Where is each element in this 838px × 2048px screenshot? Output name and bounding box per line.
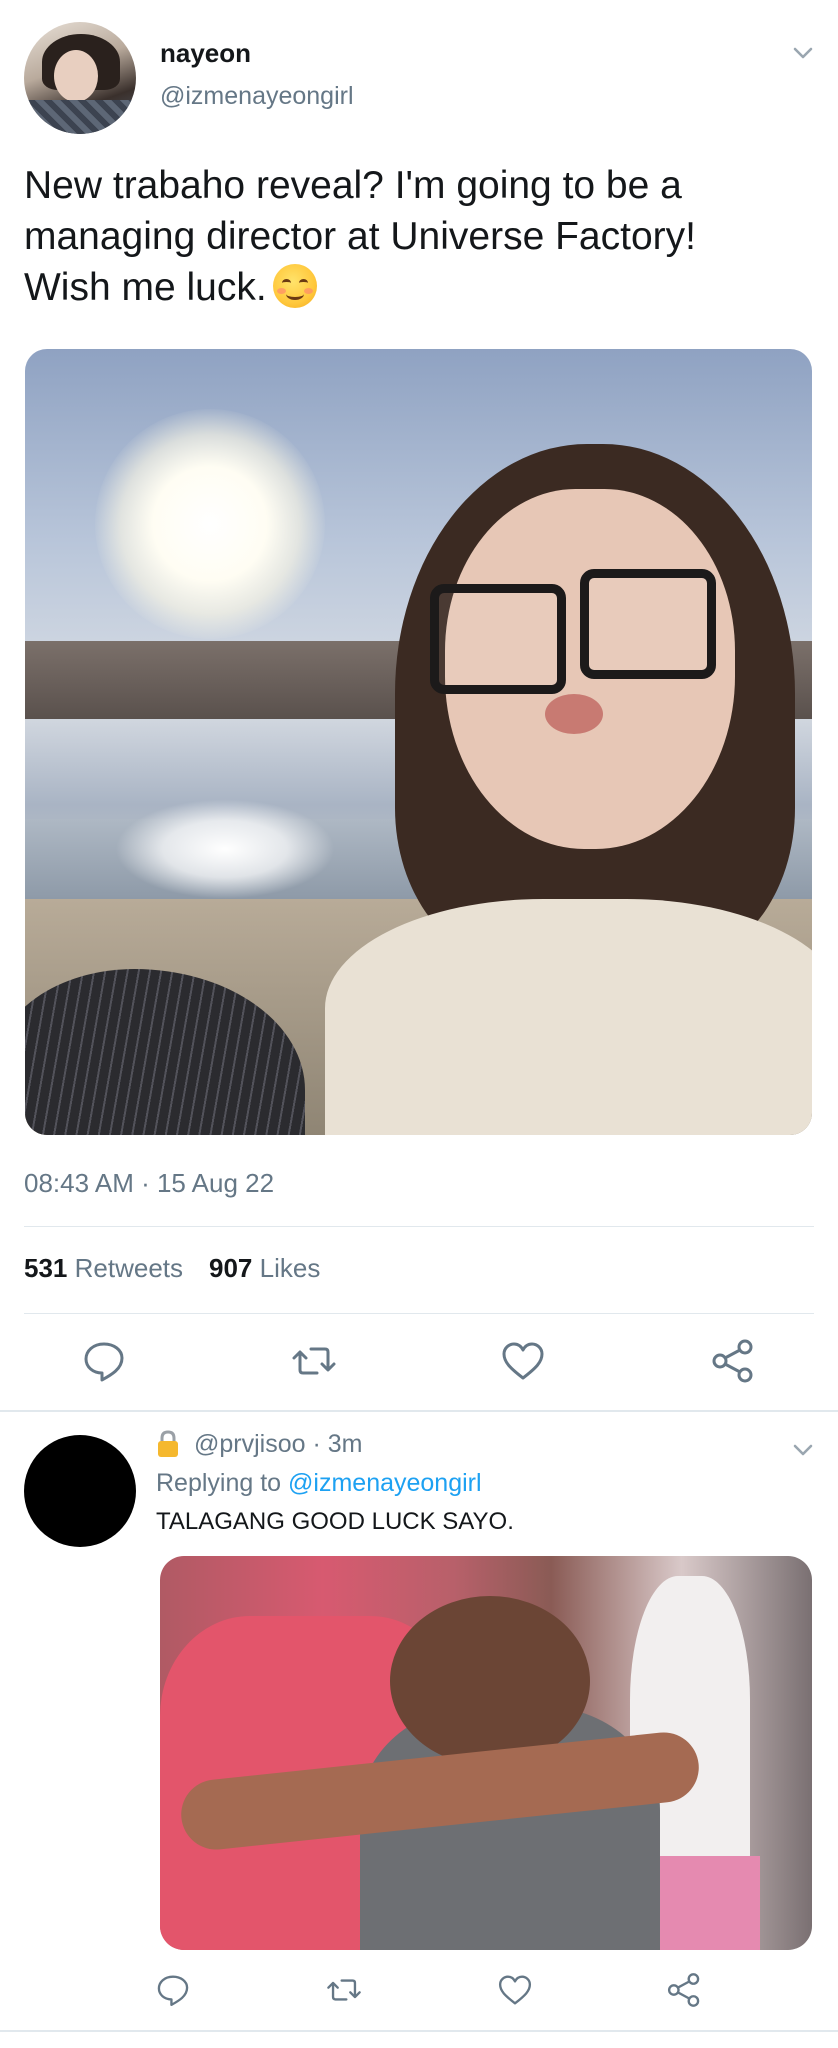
reply-avatar[interactable] xyxy=(24,1435,136,1547)
user-handle[interactable]: @izmenayeongirl xyxy=(160,82,354,111)
share-icon[interactable] xyxy=(666,1972,702,2008)
share-icon[interactable] xyxy=(710,1338,756,1384)
tweet-timestamp: 08:43 AM · 15 Aug 22 xyxy=(24,1168,275,1198)
reply-handle-time[interactable]: @prvjisoo · 3m xyxy=(194,1430,362,1459)
reply-icon[interactable] xyxy=(81,1338,127,1384)
avatar[interactable] xyxy=(24,22,136,134)
tweet-text: New trabaho reveal? I'm going to be a ma… xyxy=(24,160,784,313)
smiling-face-emoji xyxy=(272,264,317,308)
reply-header: @prvjisoo · 3m xyxy=(156,1429,362,1459)
replying-to-link[interactable]: @izmenayeongirl xyxy=(288,1469,482,1497)
tweet-text-content: New trabaho reveal? I'm going to be a ma… xyxy=(24,164,696,309)
replying-to: Replying to @izmenayeongirl xyxy=(156,1469,482,1498)
retweet-icon[interactable] xyxy=(326,1972,362,2008)
retweet-icon[interactable] xyxy=(291,1338,337,1384)
like-icon[interactable] xyxy=(500,1338,546,1384)
avatar-face xyxy=(54,50,98,102)
chevron-down-icon[interactable] xyxy=(790,1437,816,1463)
tweet-stats: 531 Retweets 907 Likes xyxy=(24,1253,320,1284)
retweets-stat[interactable]: 531 Retweets xyxy=(24,1253,183,1283)
avatar-shirt xyxy=(24,100,136,134)
reply-text: TALAGANG GOOD LUCK SAYO. xyxy=(156,1508,514,1535)
like-icon[interactable] xyxy=(497,1972,533,2008)
divider xyxy=(24,1226,814,1227)
tweet-photo[interactable] xyxy=(25,349,812,1135)
divider xyxy=(24,1313,814,1314)
tweet-separator xyxy=(0,1410,838,1412)
display-name[interactable]: nayeon xyxy=(160,38,251,69)
lock-icon xyxy=(158,1430,178,1457)
replying-to-label: Replying to xyxy=(156,1469,282,1497)
likes-stat[interactable]: 907 Likes xyxy=(209,1253,320,1283)
reply-media[interactable] xyxy=(160,1556,812,1950)
reply-icon[interactable] xyxy=(155,1972,191,2008)
chevron-down-icon[interactable] xyxy=(790,40,816,66)
tweet-separator xyxy=(0,2030,838,2032)
